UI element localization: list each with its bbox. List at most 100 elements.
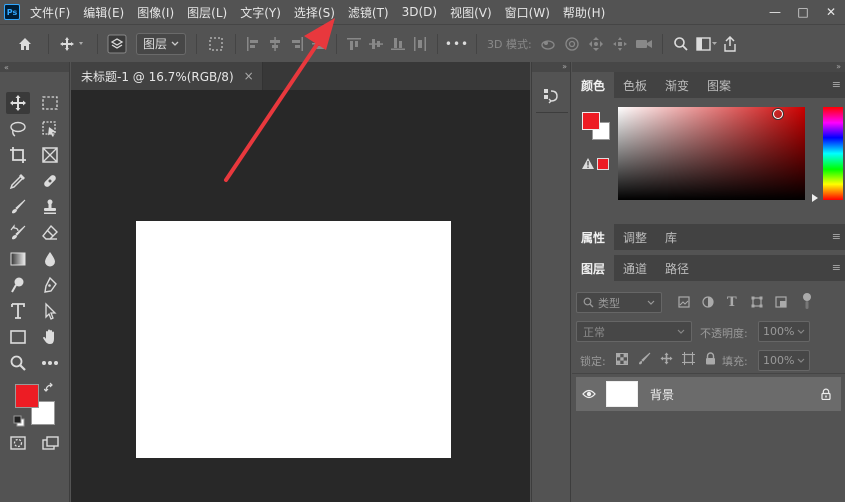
frame-tool-icon[interactable]: [38, 144, 62, 166]
document-tab[interactable]: 未标题-1 @ 16.7%(RGB/8) ×: [71, 62, 263, 90]
lock-artboard-icon[interactable]: [682, 352, 695, 365]
tab-swatches[interactable]: 色板: [614, 72, 656, 98]
dodge-icon[interactable]: [6, 274, 30, 296]
gradient-icon[interactable]: [6, 248, 30, 270]
clone-stamp-icon[interactable]: [38, 196, 62, 218]
object-selection-icon[interactable]: [38, 118, 62, 140]
layer-visibility-eye-icon[interactable]: [576, 389, 602, 399]
tab-properties[interactable]: 属性: [572, 224, 615, 250]
menu-select[interactable]: 选择(S): [294, 4, 335, 21]
filter-pixel-layers-icon[interactable]: [678, 296, 690, 308]
close-tab-icon[interactable]: ×: [244, 69, 254, 83]
pen-icon[interactable]: [38, 274, 62, 296]
layer-row[interactable]: 背景: [576, 377, 841, 411]
auto-select-target-dropdown[interactable]: 图层: [136, 32, 186, 55]
filter-type-layers-icon[interactable]: T: [727, 295, 737, 310]
menu-window[interactable]: 窗口(W): [505, 4, 550, 21]
3d-pan-icon[interactable]: [584, 31, 608, 57]
blend-mode-dropdown[interactable]: 正常: [576, 321, 692, 342]
dock-collapse-icon[interactable]: »: [532, 62, 570, 72]
menu-help[interactable]: 帮助(H): [563, 4, 605, 21]
color-field[interactable]: [618, 107, 805, 200]
menu-view[interactable]: 视图(V): [450, 4, 492, 21]
menu-type[interactable]: 文字(Y): [240, 4, 281, 21]
tab-channels[interactable]: 通道: [614, 255, 656, 281]
eraser-icon[interactable]: [38, 222, 62, 244]
menu-file[interactable]: 文件(F): [30, 4, 70, 21]
lasso-icon[interactable]: [6, 118, 30, 140]
distribute-bottom-icon[interactable]: [387, 31, 409, 57]
filter-adjustment-layers-icon[interactable]: [702, 296, 714, 308]
photoshop-logo[interactable]: Ps: [4, 4, 20, 20]
panel-menu-icon[interactable]: ≡: [832, 261, 841, 274]
minimize-button[interactable]: —: [761, 2, 789, 22]
move-tool-preset-icon[interactable]: [55, 31, 91, 57]
auto-select-icon[interactable]: [104, 31, 130, 57]
lock-transparent-pixels-icon[interactable]: [616, 353, 628, 365]
healing-brush-icon[interactable]: [38, 170, 62, 192]
filter-toggle-icon[interactable]: [802, 292, 812, 310]
panel-menu-icon[interactable]: ≡: [832, 230, 841, 243]
transform-controls-icon[interactable]: [203, 31, 229, 57]
brush-icon[interactable]: [6, 196, 30, 218]
color-panel-foreground-swatch[interactable]: [582, 112, 600, 130]
layer-lock-icon[interactable]: [821, 388, 831, 400]
workspace-icon[interactable]: [693, 31, 721, 57]
tab-gradients[interactable]: 渐变: [656, 72, 698, 98]
zoom-tool-icon[interactable]: [6, 352, 30, 374]
lock-all-icon[interactable]: [705, 352, 716, 365]
menu-image[interactable]: 图像(I): [137, 4, 174, 21]
blur-icon[interactable]: [38, 248, 62, 270]
path-selection-icon[interactable]: [38, 300, 62, 322]
tab-color[interactable]: 颜色: [572, 72, 615, 98]
layer-name[interactable]: 背景: [650, 386, 674, 403]
distribute-vertical-center-icon[interactable]: [365, 31, 387, 57]
lock-image-pixels-icon[interactable]: [638, 352, 651, 365]
gamut-color-swatch[interactable]: [597, 158, 609, 170]
canvas[interactable]: [136, 221, 451, 458]
align-top-icon[interactable]: [308, 31, 330, 57]
filter-shape-layers-icon[interactable]: [751, 296, 763, 308]
tab-layers[interactable]: 图层: [572, 255, 615, 281]
3d-slide-icon[interactable]: [608, 31, 632, 57]
3d-orbit-icon[interactable]: [536, 31, 560, 57]
panel-menu-icon[interactable]: ≡: [832, 78, 841, 91]
tab-patterns[interactable]: 图案: [698, 72, 740, 98]
align-horizontal-center-icon[interactable]: [264, 31, 286, 57]
distribute-top-icon[interactable]: [343, 31, 365, 57]
rectangle-tool-icon[interactable]: [6, 326, 30, 348]
screen-mode-icon[interactable]: [38, 432, 62, 454]
default-colors-icon[interactable]: [13, 415, 25, 427]
home-icon[interactable]: [8, 31, 42, 57]
out-of-gamut-warning-icon[interactable]: [582, 158, 594, 169]
filter-smart-objects-icon[interactable]: [775, 296, 787, 308]
align-left-icon[interactable]: [242, 31, 264, 57]
tab-adjustments[interactable]: 调整: [614, 224, 656, 250]
lock-position-icon[interactable]: [660, 352, 673, 365]
tab-libraries[interactable]: 库: [656, 224, 686, 250]
opacity-input[interactable]: 100%: [758, 321, 810, 342]
align-right-icon[interactable]: [286, 31, 308, 57]
quick-mask-icon[interactable]: [6, 432, 30, 454]
3d-camera-icon[interactable]: [632, 31, 656, 57]
fill-input[interactable]: 100%: [758, 350, 810, 371]
hue-slider[interactable]: [823, 107, 843, 200]
crop-icon[interactable]: [6, 144, 30, 166]
menu-filter[interactable]: 滤镜(T): [348, 4, 389, 21]
panel-collapse-icon[interactable]: »: [572, 62, 845, 72]
3d-roll-icon[interactable]: [560, 31, 584, 57]
maximize-button[interactable]: □: [789, 2, 817, 22]
close-button[interactable]: ✕: [817, 2, 845, 22]
menu-edit[interactable]: 编辑(E): [83, 4, 124, 21]
move-tool-icon[interactable]: [6, 92, 30, 114]
history-panel-icon[interactable]: [542, 86, 562, 106]
more-options-icon[interactable]: •••: [444, 31, 470, 57]
distribute-horizontal-icon[interactable]: [409, 31, 431, 57]
tools-panel-collapse-icon[interactable]: «: [0, 62, 69, 72]
menu-layer[interactable]: 图层(L): [187, 4, 227, 21]
eyedropper-icon[interactable]: [6, 170, 30, 192]
share-icon[interactable]: [721, 31, 739, 57]
edit-toolbar-icon[interactable]: [38, 352, 62, 374]
history-brush-icon[interactable]: [6, 222, 30, 244]
type-tool-icon[interactable]: [6, 300, 30, 322]
